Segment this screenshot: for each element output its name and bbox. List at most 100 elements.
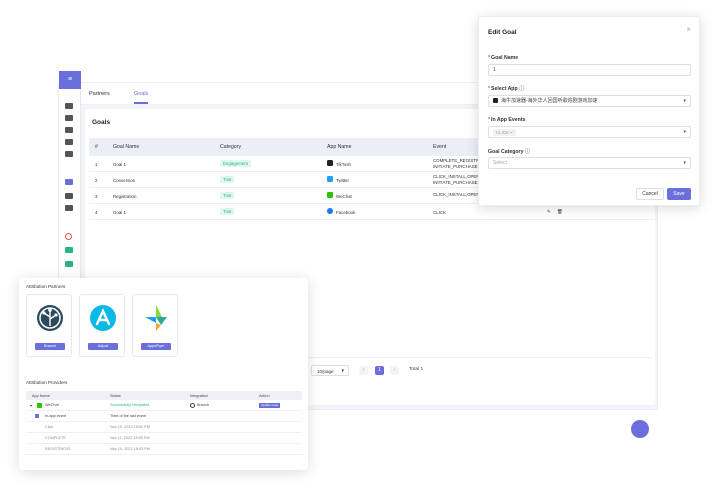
header-action: Action	[259, 393, 270, 398]
row-event: CLICK_INSTALL,OPEN	[433, 174, 480, 179]
row-num: 2	[95, 178, 98, 183]
row-event: CLICK_INSTALL,OPEN	[433, 192, 480, 197]
edit-goal-modal: Edit Goal × *Goal Name 1 *Select App ⓘ 海…	[478, 16, 700, 206]
partners-title: Attribution Partners	[26, 284, 66, 289]
appsflyer-button[interactable]: AppsFlyer	[141, 343, 171, 350]
checkbox-icon[interactable]	[35, 414, 39, 418]
row-app-name: Facebook	[336, 210, 356, 215]
row-goal-name: Conversion	[113, 178, 136, 183]
event-row[interactable]: Click Nov 19, 2022 18:52 PM	[26, 422, 302, 433]
goal-category-label: Goal Category ⓘ	[488, 149, 531, 155]
total-count: Total 1	[409, 367, 424, 372]
attribution-partners-card: Attribution Partners Branch Adjust AppsF…	[19, 278, 308, 470]
wechat-icon	[327, 192, 333, 198]
row-event-more: INITIATE_PURCHASE,	[433, 164, 479, 169]
row-event: CLICK	[433, 210, 446, 215]
appsflyer-card[interactable]: AppsFlyer	[132, 294, 178, 357]
row-goal-name: Goal 1	[113, 162, 126, 167]
cancel-button[interactable]: Cancel	[636, 188, 664, 200]
row-goal-name: Registration	[113, 194, 137, 199]
chart-icon[interactable]	[65, 261, 73, 267]
next-page-button[interactable]: ›	[390, 366, 399, 375]
active-tab-indicator	[134, 102, 148, 104]
category-badge: Engagement	[220, 160, 251, 167]
page-size-select[interactable]: 10/page ▾	[311, 365, 349, 376]
adjust-card[interactable]: Adjust	[79, 294, 125, 357]
event-name: Click	[45, 425, 54, 429]
tab-partners[interactable]: Partners	[89, 91, 110, 97]
row-app-name: Twitter	[336, 178, 349, 183]
wechat-icon	[37, 402, 42, 408]
chat-fab-button[interactable]	[631, 420, 649, 438]
trash-icon[interactable]: 🗑	[557, 209, 563, 215]
document-icon[interactable]	[65, 139, 73, 145]
facebook-icon	[327, 208, 333, 214]
copy-icon[interactable]	[65, 127, 73, 133]
page-title: Goals	[92, 119, 111, 126]
branch-icon	[190, 402, 195, 408]
row-app-name: WeChat	[336, 194, 352, 199]
branch-logo-icon	[37, 305, 63, 331]
goal-name-input[interactable]: 1	[488, 64, 691, 76]
chevron-down-icon[interactable]: ▾	[30, 403, 32, 408]
row-event: COMPLETE_REGISTR	[433, 158, 480, 163]
tab-goals[interactable]: Goals	[134, 91, 148, 97]
file-icon[interactable]	[65, 193, 73, 199]
row-num: 3	[95, 194, 98, 199]
event-chip[interactable]: CLICK ×	[493, 128, 516, 136]
event-row[interactable]: COMPLETE Nov 11, 2022 18:55 PM	[26, 433, 302, 444]
update-goal-button[interactable]: Update Goal	[259, 402, 280, 408]
adjust-button[interactable]: Adjust	[88, 343, 118, 350]
header-num: #	[95, 144, 98, 150]
user-icon[interactable]	[65, 115, 73, 121]
row-app-name: TikTosh	[336, 162, 351, 167]
event-time: Nov 10, 2022 18:53 PM	[110, 447, 150, 451]
event-row[interactable]: REGISTRATIO Nov 10, 2022 18:53 PM	[26, 444, 302, 455]
close-icon[interactable]: ×	[686, 25, 691, 34]
goal-category-select[interactable]: Select ▾	[488, 157, 691, 169]
save-button[interactable]: Save	[667, 188, 691, 200]
chevron-down-icon: ▾	[683, 98, 686, 104]
row-num: 4	[95, 210, 98, 215]
providers-title: Attribution Providers	[26, 380, 68, 385]
branch-button[interactable]: Branch	[35, 343, 65, 350]
select-app-dropdown[interactable]: 海牛加速器-海外华人回国听歌追剧游戏加速 ▾	[488, 95, 691, 107]
integration-name: Branch	[197, 403, 210, 407]
chevron-down-icon: ▾	[683, 160, 686, 166]
header-app-name: App Name	[327, 144, 352, 150]
goal-name-label: *Goal Name	[488, 55, 519, 61]
help-icon: ⓘ	[519, 86, 525, 92]
header-category: Category	[220, 144, 242, 150]
category-badge: Trial	[220, 192, 235, 199]
providers-table-header: App Name Status Integration Action	[26, 391, 302, 400]
provider-row[interactable]: ▾ WeChat Successfully Integrated Branch …	[26, 400, 302, 411]
category-badge: Trial	[220, 176, 235, 183]
row-num: 1	[95, 162, 98, 167]
settings-icon[interactable]	[65, 151, 73, 157]
branch-card[interactable]: Branch	[26, 294, 72, 357]
header-integration: Integration	[190, 393, 208, 398]
table-row[interactable]: 4 Goal 1 Trial Facebook CLICK ✎ 🗑	[89, 204, 655, 220]
gear-icon[interactable]	[65, 205, 73, 211]
in-app-events-select[interactable]: CLICK × ▾	[488, 126, 691, 138]
menu-toggle-icon[interactable]: ≡	[59, 71, 81, 89]
row-goal-name: Goal 1	[113, 210, 126, 215]
prev-page-button[interactable]: ‹	[359, 366, 368, 375]
tiktok-icon	[327, 160, 333, 166]
row-event-more: INITIATE_PURCHASE,	[433, 180, 479, 185]
event-name: COMPLETE	[45, 436, 66, 440]
dashboard-icon[interactable]	[65, 103, 73, 109]
in-app-events-label: *In App Events	[488, 117, 526, 123]
provider-app-name: WeChat	[45, 403, 59, 407]
events-header-row: In-app event Time of the last event	[26, 411, 302, 422]
select-app-label: *Select App ⓘ	[488, 86, 525, 92]
category-badge: Trial	[220, 208, 235, 215]
current-page-button[interactable]: 1	[375, 366, 384, 375]
image-icon[interactable]	[65, 247, 73, 253]
edit-icon[interactable]: ✎	[547, 209, 551, 215]
event-col-header: In-app event	[45, 414, 67, 418]
header-event: Event	[433, 144, 447, 150]
target-icon[interactable]	[65, 233, 72, 240]
attribution-icon[interactable]	[65, 179, 73, 185]
chevron-down-icon: ▾	[683, 129, 686, 135]
